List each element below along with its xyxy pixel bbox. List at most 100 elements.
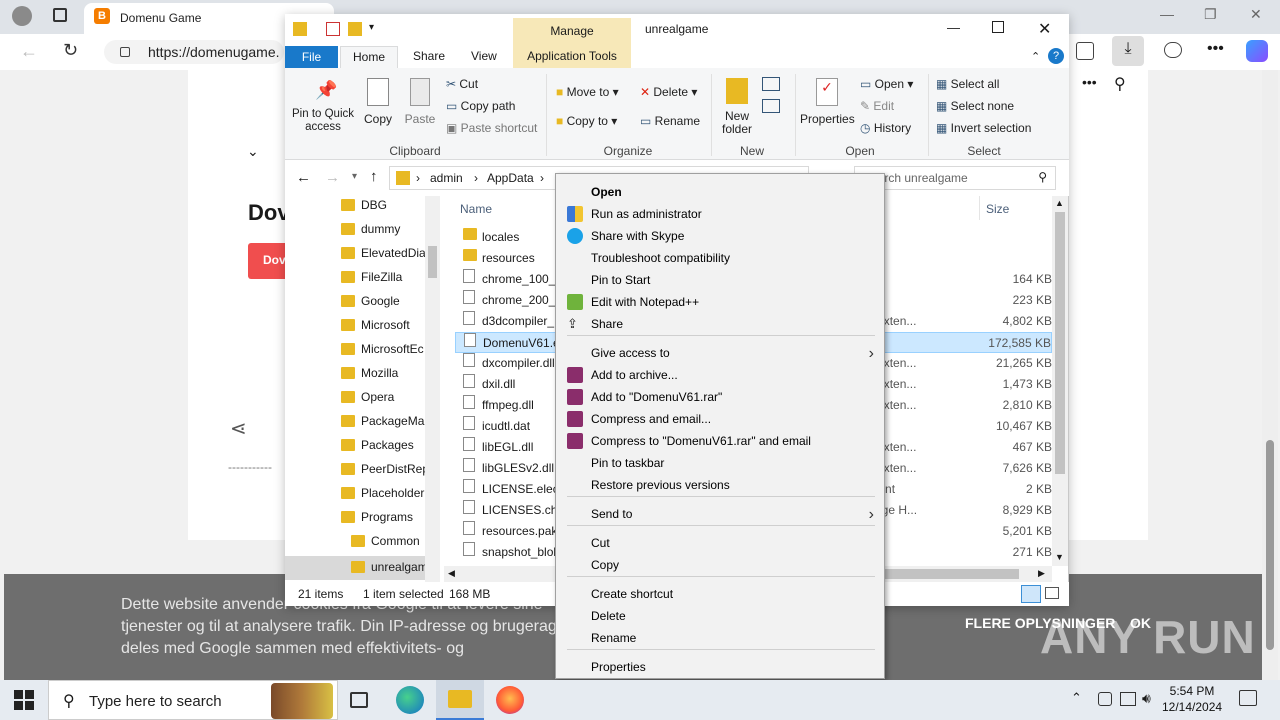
page-scrollbar[interactable] (1262, 70, 1278, 680)
menu-item-pin-to-taskbar[interactable]: Pin to taskbar (591, 456, 664, 470)
menu-item-share-with-skype[interactable]: Share with Skype (591, 229, 684, 243)
task-view-icon[interactable] (350, 692, 368, 708)
menu-item-add-to-domenuv61-rar[interactable]: Add to "DomenuV61.rar" (591, 390, 722, 404)
newfolder-qat-icon[interactable] (348, 22, 362, 36)
tree-item[interactable]: Google (341, 294, 427, 318)
menu-item-edit-with-notepad[interactable]: Edit with Notepad++ (591, 295, 699, 309)
profile-icon[interactable] (12, 6, 32, 26)
menu-item-rename[interactable]: Rename (591, 631, 636, 645)
file-explorer-taskbar-button[interactable] (436, 680, 484, 720)
menu-item-share[interactable]: Share (591, 317, 623, 331)
select-all-button[interactable]: ▦ Select all (936, 77, 999, 91)
tree-item[interactable]: Placeholder (341, 486, 427, 510)
tree-item[interactable]: Packages (341, 438, 427, 462)
menu-item-compress-to-domenuv61-rar-and-email[interactable]: Compress to "DomenuV61.rar" and email (591, 434, 811, 448)
menu-item-give-access-to[interactable]: Give access to (591, 346, 670, 360)
scroll-thumb[interactable] (1055, 212, 1065, 474)
copilot-icon[interactable] (1246, 40, 1268, 62)
scroll-thumb[interactable] (428, 246, 437, 278)
tree-item[interactable]: Common (341, 534, 427, 558)
history-button[interactable]: ◷ History (860, 121, 911, 135)
menu-item-copy[interactable]: Copy (591, 558, 619, 572)
tree-item[interactable]: PeerDistRep (341, 462, 427, 486)
tree-item[interactable]: FileZilla (341, 270, 427, 294)
tab-home[interactable]: Home (340, 46, 398, 69)
menu-item-restore-previous-versions[interactable]: Restore previous versions (591, 478, 730, 492)
open-button[interactable]: ▭ Open ▾ (860, 77, 913, 91)
close-icon[interactable]: ✕ (1038, 19, 1051, 39)
properties-qat-icon[interactable] (326, 22, 340, 36)
downloads-button[interactable]: ⤓ (1112, 36, 1144, 66)
tree-item[interactable]: DBG (341, 198, 427, 222)
details-view-icon[interactable] (1021, 585, 1041, 603)
column-header-size[interactable]: Size (986, 202, 1009, 216)
qat-dropdown-icon[interactable]: ▾ (369, 22, 374, 33)
menu-item-delete[interactable]: Delete (591, 609, 626, 623)
tab-share[interactable]: Share (413, 49, 445, 63)
paste-shortcut-button[interactable]: ▣ Paste shortcut (446, 121, 537, 135)
menu-item-run-as-administrator[interactable]: Run as administrator (591, 207, 702, 221)
taskbar-search[interactable]: ⚲ Type here to search (48, 680, 338, 720)
menu-item-create-shortcut[interactable]: Create shortcut (591, 587, 673, 601)
url-field[interactable]: https://domenugame. (104, 40, 284, 64)
volume-icon[interactable]: 🔊︎ (1142, 690, 1151, 707)
pin-icon[interactable]: ⚲ (1114, 74, 1126, 94)
menu-item-compress-and-email[interactable]: Compress and email... (591, 412, 711, 426)
tree-item-selected[interactable]: unrealgam (285, 556, 425, 580)
scroll-down-icon[interactable]: ▼ (1055, 552, 1064, 562)
manage-tab[interactable]: Manage (513, 18, 631, 46)
new-item-icon[interactable] (762, 77, 780, 91)
new-folder-button[interactable]: New folder (716, 76, 758, 138)
menu-item-properties[interactable]: Properties (591, 660, 646, 674)
firefox-icon[interactable] (496, 686, 524, 714)
menu-item-open[interactable]: Open (591, 185, 622, 199)
copy-button[interactable]: Copy (360, 76, 396, 126)
extensions-icon[interactable] (1164, 42, 1182, 58)
tree-item[interactable]: PackageMa (341, 414, 427, 438)
clock[interactable]: 5:54 PM 12/14/2024 (1162, 683, 1222, 715)
cut-button[interactable]: ✂ Cut (446, 77, 478, 91)
menu-item-cut[interactable]: Cut (591, 536, 610, 550)
move-to-button[interactable]: ■ Move to ▾ (556, 85, 619, 99)
recent-dropdown-icon[interactable]: ▾ (352, 171, 357, 182)
more-icon[interactable]: ••• (1082, 74, 1097, 90)
breadcrumb-appdata[interactable]: AppData (487, 171, 534, 185)
menu-item-add-to-archive[interactable]: Add to archive... (591, 368, 678, 382)
column-header-name[interactable]: Name (460, 202, 492, 216)
menu-item-send-to[interactable]: Send to (591, 507, 632, 521)
minimize-icon[interactable]: — (947, 20, 960, 35)
tree-item[interactable]: ElevatedDia (341, 246, 427, 270)
help-icon[interactable]: ? (1048, 48, 1064, 64)
tab-application-tools[interactable]: Application Tools (513, 46, 631, 68)
maximize-icon[interactable] (992, 21, 1004, 33)
tab-actions-icon[interactable] (53, 8, 67, 22)
ethernet-icon[interactable] (1120, 692, 1136, 706)
menu-item-troubleshoot-compatibility[interactable]: Troubleshoot compatibility (591, 251, 730, 265)
menu-item-pin-to-start[interactable]: Pin to Start (591, 273, 650, 287)
tree-item[interactable]: Mozilla (341, 366, 427, 390)
share-icon[interactable]: ⋖ (230, 416, 247, 441)
forward-icon[interactable]: → (325, 169, 340, 186)
properties-button[interactable]: ✓ Properties (800, 76, 855, 138)
network-tray-icon[interactable] (1098, 692, 1112, 706)
restore-window-icon[interactable]: ❐ (1204, 6, 1217, 23)
breadcrumb-admin[interactable]: admin (430, 171, 463, 185)
tab-file[interactable]: File (285, 46, 338, 68)
delete-button[interactable]: ✕ Delete ▾ (640, 85, 697, 99)
tree-item[interactable]: dummy (341, 222, 427, 246)
copy-path-button[interactable]: ▭ Copy path (446, 99, 515, 113)
tree-scrollbar[interactable] (425, 196, 440, 582)
easy-access-icon[interactable] (762, 99, 780, 113)
copy-to-button[interactable]: ■ Copy to ▾ (556, 114, 617, 128)
tray-chevron-icon[interactable]: ⌃ (1071, 690, 1082, 706)
back-icon[interactable]: ← (296, 169, 311, 186)
scroll-left-icon[interactable]: ◀ (448, 568, 455, 579)
invert-selection-button[interactable]: ▦ Invert selection (936, 121, 1031, 135)
refresh-icon[interactable]: ↻ (63, 40, 78, 61)
edge-icon[interactable] (396, 686, 424, 714)
tab-view[interactable]: View (471, 49, 497, 63)
tree-item[interactable]: Microsoft (341, 318, 427, 342)
scroll-right-icon[interactable]: ▶ (1038, 568, 1045, 579)
paste-button[interactable]: Paste (402, 76, 438, 126)
notifications-icon[interactable] (1239, 690, 1257, 706)
